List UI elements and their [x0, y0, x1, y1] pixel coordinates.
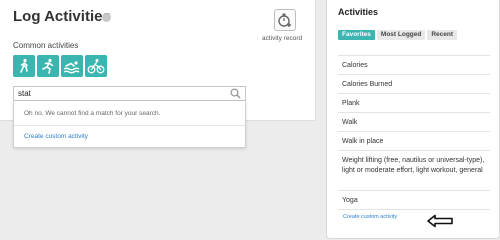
activity-record-label: activity record — [262, 35, 303, 42]
activities-title: Activities — [338, 7, 379, 17]
page-title: Log Activities — [13, 8, 111, 25]
activity-record-button[interactable] — [274, 9, 296, 31]
no-match-message: Oh no. We cannot find a match for your s… — [24, 110, 161, 117]
list-item[interactable]: Walk — [338, 113, 490, 132]
list-item[interactable]: Plank — [338, 94, 490, 113]
left-arrow-icon — [427, 214, 453, 228]
tab-favorites[interactable]: Favorites — [338, 30, 375, 40]
running-icon[interactable] — [37, 55, 59, 77]
list-item[interactable]: Weight lifting (free, nautilus or univer… — [338, 151, 490, 191]
common-activities — [13, 55, 107, 77]
activities-tabs: Favorites Most Logged Recent — [338, 30, 458, 40]
activities-panel: Activities Favorites Most Logged Recent … — [326, 0, 500, 239]
activity-search-input[interactable] — [18, 88, 218, 99]
info-icon[interactable] — [102, 13, 111, 22]
tab-most-logged[interactable]: Most Logged — [376, 30, 426, 40]
list-item[interactable]: Yoga — [338, 191, 490, 210]
favorites-list: Calories Calories Burned Plank Walk Walk… — [338, 55, 490, 210]
tab-recent[interactable]: Recent — [427, 30, 458, 40]
create-custom-activity-link[interactable]: Create custom activity — [343, 214, 397, 220]
create-custom-activity-link[interactable]: Create custom activity — [24, 133, 88, 140]
dropdown-divider — [14, 125, 245, 126]
search-icon[interactable] — [230, 88, 241, 99]
cycling-icon[interactable] — [85, 55, 107, 77]
stopwatch-plus-icon — [278, 13, 291, 27]
walking-icon[interactable] — [13, 55, 35, 77]
list-item[interactable]: Calories — [338, 56, 490, 75]
activity-search-box[interactable] — [13, 86, 246, 101]
list-item[interactable]: Walk in place — [338, 132, 490, 151]
list-item[interactable]: Calories Burned — [338, 75, 490, 94]
common-activities-label: Common activities — [13, 41, 79, 50]
search-results-dropdown: Oh no. We cannot find a match for your s… — [13, 101, 246, 148]
swimming-icon[interactable] — [61, 55, 83, 77]
